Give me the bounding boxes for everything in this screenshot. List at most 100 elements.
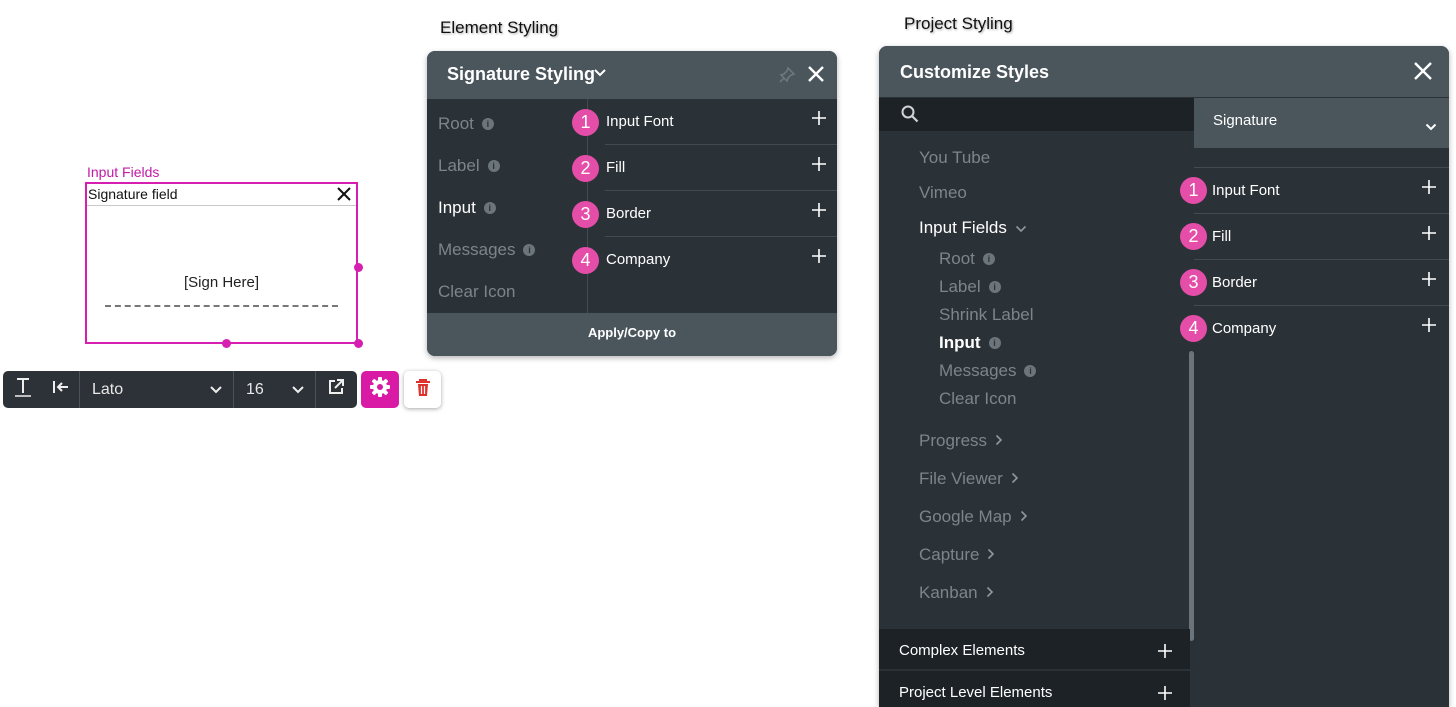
- font-size-select[interactable]: 16: [234, 371, 315, 408]
- align-left-icon: [52, 379, 70, 400]
- clear-signature-icon[interactable]: [335, 185, 353, 203]
- font-family-select[interactable]: Lato: [80, 371, 233, 408]
- plus-icon[interactable]: [1421, 271, 1437, 292]
- tree-item-capture[interactable]: Capture: [919, 545, 995, 565]
- pin-icon[interactable]: [778, 66, 796, 89]
- tree-item-progress[interactable]: Progress: [919, 431, 1003, 451]
- resize-handle-right[interactable]: [354, 263, 363, 272]
- element-styling-title[interactable]: Signature Styling: [447, 64, 595, 85]
- info-icon[interactable]: i: [988, 337, 1001, 349]
- text-format-button[interactable]: [3, 371, 43, 408]
- property-company[interactable]: Company: [1194, 306, 1449, 352]
- nav-item-label[interactable]: Label i: [438, 156, 500, 176]
- tree-item-vimeo[interactable]: Vimeo: [919, 183, 967, 203]
- element-styling-panel: Signature Styling Root i Label i Input i…: [427, 51, 837, 356]
- tree-item-label: Shrink Label: [939, 305, 1034, 324]
- callout-badge: 1: [1180, 177, 1207, 204]
- property-label: Border: [606, 205, 652, 222]
- section-label: Project Level Elements: [899, 684, 1053, 701]
- tree-item-label: Progress: [919, 431, 988, 450]
- signature-placeholder: [Sign Here]: [183, 274, 260, 291]
- property-fill[interactable]: Fill: [1194, 214, 1449, 260]
- tree-item-messages[interactable]: Messages i: [939, 361, 1037, 381]
- tree-item-root[interactable]: Root i: [939, 249, 995, 269]
- chevron-down-icon: [209, 381, 223, 399]
- tree-item-kanban[interactable]: Kanban: [919, 583, 994, 603]
- nav-item-clear-icon[interactable]: Clear Icon: [438, 282, 515, 302]
- tree-item-google-map[interactable]: Google Map: [919, 507, 1028, 527]
- property-label: Fill: [606, 159, 626, 176]
- tree-item-youtube[interactable]: You Tube: [919, 148, 990, 168]
- section-complex-elements[interactable]: Complex Elements: [879, 629, 1190, 670]
- font-size-value: 16: [246, 380, 264, 398]
- apply-copy-button[interactable]: Apply/Copy to: [427, 313, 837, 356]
- property-input-font[interactable]: Input Font: [1194, 168, 1449, 214]
- text-align-button[interactable]: [43, 371, 79, 408]
- chevron-down-icon[interactable]: [593, 66, 607, 84]
- plus-icon[interactable]: [1157, 643, 1173, 664]
- search-icon: [901, 105, 919, 128]
- callout-badge: 2: [572, 155, 599, 182]
- resize-handle-bottom[interactable]: [222, 339, 231, 348]
- element-styling-caption: Element Styling: [440, 18, 559, 37]
- resize-handle-corner[interactable]: [354, 339, 363, 348]
- info-icon[interactable]: i: [487, 160, 500, 172]
- info-icon[interactable]: i: [523, 244, 536, 256]
- delete-button[interactable]: [404, 371, 441, 408]
- property-fill[interactable]: Fill: [605, 145, 837, 191]
- plus-icon[interactable]: [1157, 685, 1173, 706]
- project-styling-caption: Project Styling: [904, 14, 1013, 33]
- tree-item-clear-icon[interactable]: Clear Icon: [939, 389, 1016, 409]
- tree-scrollbar[interactable]: [1189, 351, 1194, 641]
- property-label: Company: [1212, 320, 1277, 337]
- signature-field-label: Signature field: [88, 186, 178, 202]
- tree-item-label: Capture: [919, 545, 980, 564]
- info-icon[interactable]: i: [481, 118, 494, 130]
- tree-item-label: Clear Icon: [939, 389, 1017, 408]
- tree-item-shrink-label[interactable]: Shrink Label: [939, 305, 1034, 325]
- tree-item-label: Vimeo: [919, 183, 967, 202]
- plus-icon[interactable]: [1421, 179, 1437, 200]
- property-input-font[interactable]: Input Font: [605, 99, 837, 145]
- tree-item-label: Root: [939, 249, 975, 268]
- tree-item-label: Messages: [939, 361, 1017, 380]
- property-label: Border: [1212, 274, 1258, 291]
- chevron-right-icon: [986, 583, 994, 603]
- search-input[interactable]: [879, 98, 1194, 131]
- info-icon[interactable]: i: [483, 202, 496, 214]
- property-border[interactable]: Border: [1194, 260, 1449, 306]
- nav-item-root[interactable]: Root i: [438, 114, 494, 134]
- callout-badge: 1: [572, 109, 599, 136]
- chevron-down-icon: [291, 381, 305, 399]
- property-border[interactable]: Border: [605, 191, 837, 237]
- tree-item-input-fields[interactable]: Input Fields: [919, 218, 1027, 238]
- open-external-button[interactable]: [316, 371, 356, 408]
- tree-item-label[interactable]: Label i: [939, 277, 1001, 297]
- element-select[interactable]: Signature: [1194, 98, 1449, 148]
- signature-field[interactable]: Signature field [Sign Here]: [85, 182, 358, 344]
- plus-icon[interactable]: [811, 248, 827, 269]
- property-company[interactable]: Company: [605, 237, 837, 283]
- tree-item-input[interactable]: Input i: [939, 333, 1001, 353]
- section-project-level-elements[interactable]: Project Level Elements: [879, 671, 1190, 707]
- settings-button[interactable]: [361, 371, 399, 408]
- info-icon[interactable]: i: [982, 253, 995, 265]
- plus-icon[interactable]: [811, 202, 827, 223]
- tree-item-file-viewer[interactable]: File Viewer: [919, 469, 1019, 489]
- nav-item-input[interactable]: Input i: [438, 198, 496, 218]
- property-label: Input Font: [606, 113, 674, 130]
- close-icon[interactable]: [1413, 61, 1433, 86]
- element-styling-header: Signature Styling: [427, 51, 837, 99]
- nav-item-messages[interactable]: Messages i: [438, 240, 536, 260]
- info-icon[interactable]: i: [1024, 365, 1037, 377]
- close-icon[interactable]: [807, 65, 825, 88]
- plus-icon[interactable]: [811, 110, 827, 131]
- element-type-tag: Input Fields: [87, 164, 160, 180]
- plus-icon[interactable]: [1421, 317, 1437, 338]
- plus-icon[interactable]: [1421, 225, 1437, 246]
- plus-icon[interactable]: [811, 156, 827, 177]
- property-label: Fill: [1212, 228, 1232, 245]
- nav-item-label: Clear Icon: [438, 282, 516, 301]
- info-icon[interactable]: i: [988, 281, 1001, 293]
- customize-styles-header: Customize Styles: [879, 46, 1449, 98]
